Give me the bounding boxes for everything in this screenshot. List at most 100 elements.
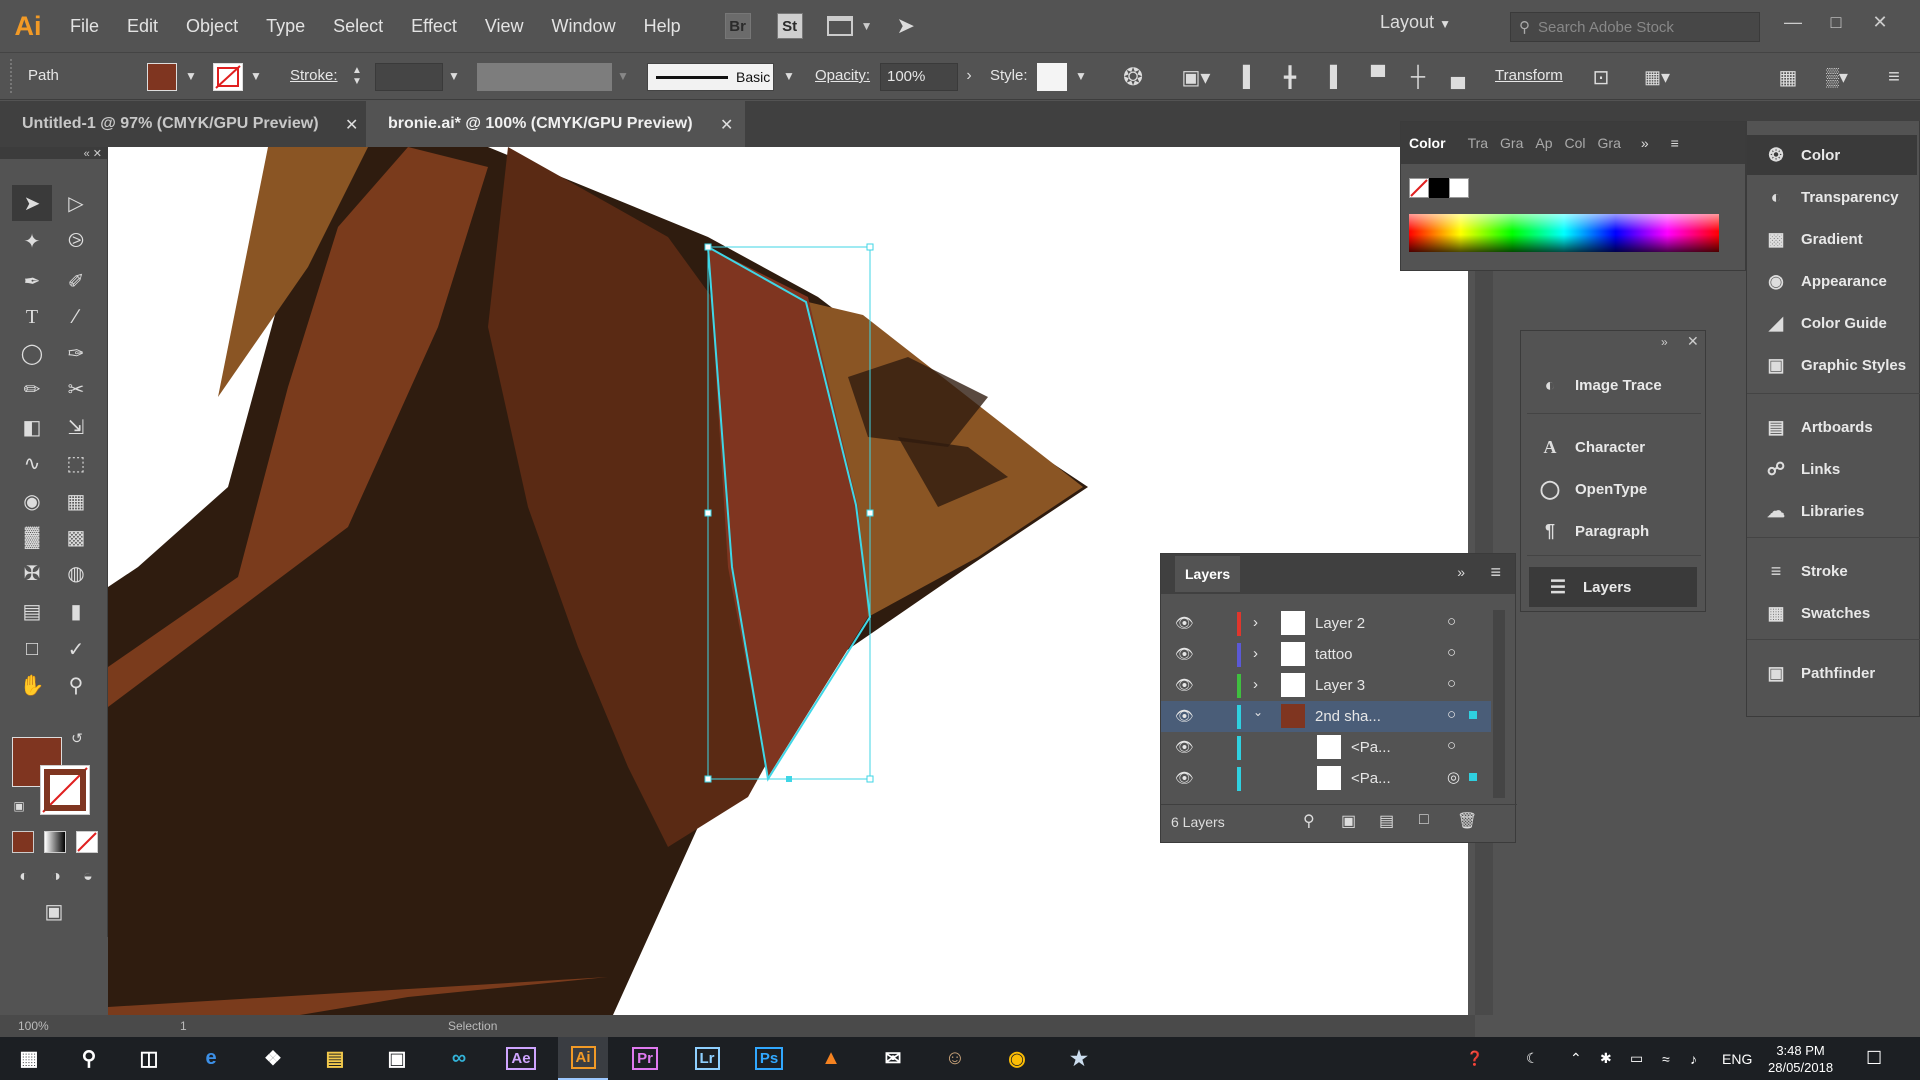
menu-type[interactable]: Type xyxy=(252,0,319,52)
stroke-swatch[interactable] xyxy=(213,63,243,91)
layers-title[interactable]: Layers xyxy=(1175,556,1241,592)
slice-tool-icon[interactable]: ✓ xyxy=(56,631,96,667)
swap-fill-stroke-icon[interactable]: ↺ xyxy=(66,727,88,749)
eyedropper-tool-icon[interactable]: ✠ xyxy=(12,555,52,591)
panel-stroke[interactable]: ≡ Stroke xyxy=(1747,551,1920,591)
layer-name[interactable]: <Pa... xyxy=(1351,739,1391,756)
infinity-app-icon[interactable]: ∞ xyxy=(434,1037,484,1080)
ellipse-tool-icon[interactable]: ◯ xyxy=(12,335,52,371)
isolate-selection-icon[interactable]: ⊡ xyxy=(1587,63,1615,91)
target-icon[interactable]: ○ xyxy=(1447,675,1456,692)
language-indicator[interactable]: ENG xyxy=(1722,1037,1752,1080)
search-stock-field[interactable]: ⚲ Search Adobe Stock xyxy=(1510,12,1760,42)
symbol-sprayer-tool-icon[interactable]: ▤ xyxy=(12,593,52,629)
hand-tool-icon[interactable]: ✋ xyxy=(12,667,52,703)
locate-object-icon[interactable]: ⚲ xyxy=(1303,811,1315,831)
selection-indicator[interactable] xyxy=(1469,711,1477,719)
close-icon[interactable]: ✕ xyxy=(1687,333,1699,350)
premiere-icon[interactable]: Pr xyxy=(620,1037,670,1080)
chevron-down-icon[interactable]: ▼ xyxy=(861,19,873,33)
puppet-warp-icon[interactable]: ▦▾ xyxy=(1632,63,1682,91)
zoom-tool-icon[interactable]: ⚲ xyxy=(56,667,96,703)
artboard-tool-icon[interactable]: □ xyxy=(12,631,52,667)
panel-transparency[interactable]: ◐ Transparency xyxy=(1747,177,1920,217)
make-clipping-mask-icon[interactable]: ▣ xyxy=(1341,811,1356,831)
panel-opentype[interactable]: ◯ OpenType xyxy=(1521,469,1696,509)
panel-menu-icon[interactable]: ≡ xyxy=(1880,63,1908,91)
dropbox-icon[interactable]: ❖ xyxy=(248,1037,298,1080)
artboard-number[interactable]: 1 xyxy=(180,1019,187,1033)
panel-artboards[interactable]: ▤ Artboards xyxy=(1747,407,1920,447)
tab-bronie[interactable]: bronie.ai* @ 100% (CMYK/GPU Preview) xyxy=(366,101,745,147)
eye-icon[interactable]: 👁 xyxy=(1175,738,1194,756)
lasso-tool-icon[interactable]: ⧁ xyxy=(56,223,96,259)
wifi-icon[interactable]: ≈ xyxy=(1662,1037,1670,1080)
bounding-handle[interactable] xyxy=(704,775,712,783)
arrange-documents-icon[interactable] xyxy=(826,16,853,36)
panel-gradient[interactable]: ▩ Gradient xyxy=(1747,219,1920,259)
bounding-handle[interactable] xyxy=(866,243,874,251)
align-left-icon[interactable]: ▌ xyxy=(1236,63,1264,91)
color-spectrum[interactable] xyxy=(1409,214,1719,252)
target-icon[interactable]: ◎ xyxy=(1447,768,1460,786)
people-icon[interactable]: ☾ xyxy=(1526,1037,1539,1080)
draw-normal-icon[interactable]: ◐ xyxy=(12,865,36,889)
panel-character[interactable]: A Character xyxy=(1521,427,1696,467)
perspective-grid-tool-icon[interactable]: ▦ xyxy=(56,483,96,519)
close-icon[interactable]: ✕ xyxy=(345,115,358,135)
swatch-none[interactable] xyxy=(1409,178,1429,198)
selection-indicator[interactable] xyxy=(1469,773,1477,781)
none-mode-icon[interactable] xyxy=(76,831,98,853)
stroke-label[interactable]: Stroke: xyxy=(290,67,338,84)
menu-select[interactable]: Select xyxy=(319,0,397,52)
bounding-handle[interactable] xyxy=(866,509,874,517)
target-icon[interactable]: ○ xyxy=(1447,706,1456,723)
blend-tool-icon[interactable]: ◍ xyxy=(56,555,96,591)
fill-swatch[interactable] xyxy=(147,63,177,91)
new-layer-icon[interactable]: □ xyxy=(1419,811,1429,829)
chevron-right-icon[interactable]: › xyxy=(1253,614,1258,631)
bounding-handle[interactable] xyxy=(704,509,712,517)
layer-row[interactable]: 👁 › Layer 2 ○ xyxy=(1161,608,1491,639)
mesh-tool-icon[interactable]: ▓ xyxy=(12,519,52,555)
tab-color[interactable]: Color xyxy=(1409,135,1446,151)
layer-row[interactable]: 👁 <Pa... ◎ xyxy=(1161,763,1491,794)
close-button[interactable]: ✕ xyxy=(1862,8,1898,36)
bluetooth-icon[interactable]: ✱ xyxy=(1600,1037,1612,1080)
selection-tool-icon[interactable]: ➤ xyxy=(12,185,52,221)
graphic-style-swatch[interactable] xyxy=(1037,63,1067,91)
menu-object[interactable]: Object xyxy=(172,0,252,52)
menu-window[interactable]: Window xyxy=(538,0,630,52)
default-fill-stroke-icon[interactable]: ▣ xyxy=(8,795,30,817)
maximize-button[interactable]: □ xyxy=(1818,8,1854,36)
panel-graphic-styles[interactable]: ▣ Graphic Styles xyxy=(1747,345,1920,385)
expand-icon[interactable]: » xyxy=(1661,335,1668,349)
layer-row[interactable]: 👁 › Layer 3 ○ xyxy=(1161,670,1491,701)
layer-row[interactable]: 👁 <Pa... ○ xyxy=(1161,732,1491,763)
panel-menu-icon[interactable]: ≡ xyxy=(1490,562,1501,583)
scissors-tool-icon[interactable]: ✂ xyxy=(56,371,96,407)
gradient-tool-icon[interactable]: ▩ xyxy=(56,519,96,555)
curvature-tool-icon[interactable]: ✐ xyxy=(56,263,96,299)
tab-appearance[interactable]: Ap xyxy=(1535,135,1552,151)
align-center-icon[interactable]: ╋ xyxy=(1276,63,1304,91)
illustrator-taskbar-icon[interactable]: Ai xyxy=(558,1037,608,1080)
recolor-artwork-icon[interactable]: ❂ xyxy=(1118,63,1148,91)
notifications-icon[interactable]: ☐ xyxy=(1866,1037,1882,1080)
panel-links[interactable]: ☍ Links xyxy=(1747,449,1920,489)
clock[interactable]: 3:48 PM 28/05/2018 xyxy=(1768,1037,1833,1080)
chevron-down-icon[interactable]: ▼ xyxy=(778,63,800,89)
help-icon[interactable]: ❓ xyxy=(1466,1037,1483,1080)
magic-wand-tool-icon[interactable]: ✦ xyxy=(12,223,52,259)
current-tool[interactable]: Selection xyxy=(448,1019,497,1033)
opacity-label[interactable]: Opacity: xyxy=(815,67,870,84)
draw-inside-icon[interactable]: ◒ xyxy=(76,865,100,889)
gradient-mode-icon[interactable] xyxy=(44,831,66,853)
minimize-button[interactable]: — xyxy=(1775,8,1811,36)
after-effects-icon[interactable]: Ae xyxy=(496,1037,546,1080)
layer-name[interactable]: Layer 3 xyxy=(1315,677,1365,694)
panel-appearance[interactable]: ◉ Appearance xyxy=(1747,261,1920,301)
stroke-weight-input[interactable] xyxy=(375,63,443,91)
column-graph-tool-icon[interactable]: ▮ xyxy=(56,593,96,629)
align-right-icon[interactable]: ▐ xyxy=(1316,63,1344,91)
